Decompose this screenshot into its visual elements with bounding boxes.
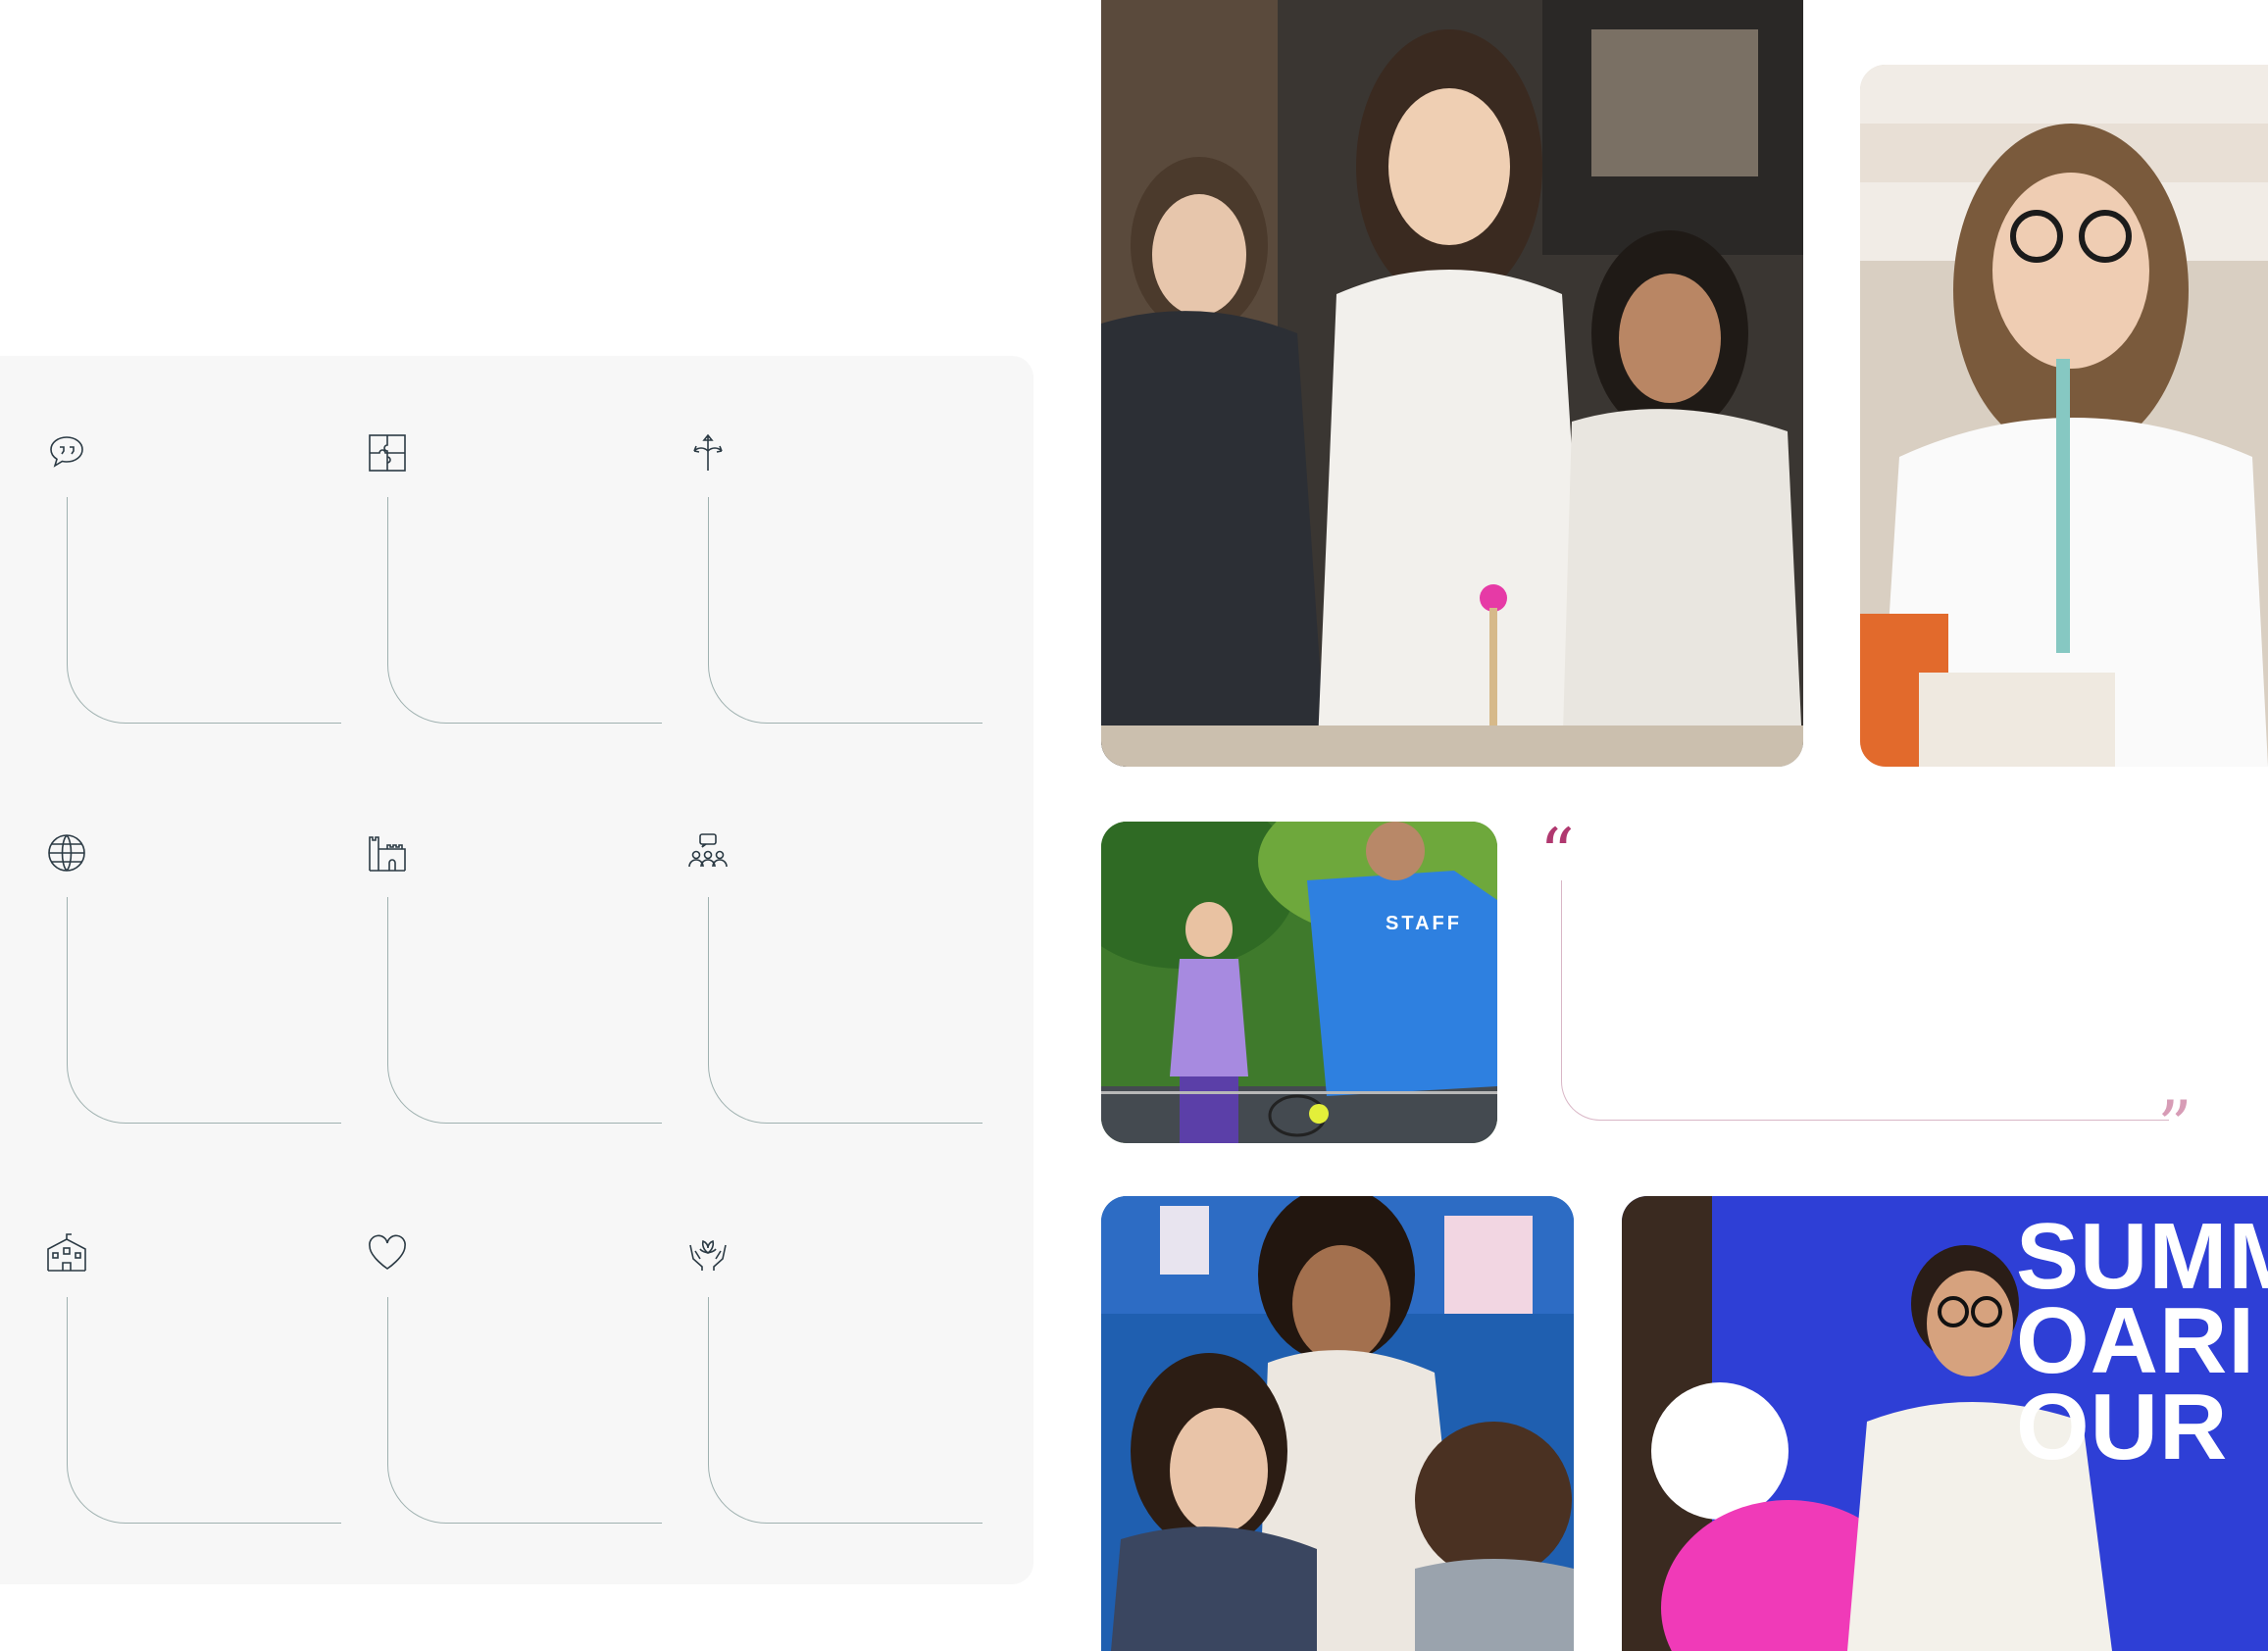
card-divider-line bbox=[67, 497, 341, 724]
feature-card bbox=[366, 431, 662, 784]
feature-card bbox=[686, 831, 983, 1184]
card-divider-line bbox=[387, 497, 662, 724]
testimonial-quote: “ ” bbox=[1539, 814, 2216, 1161]
photo-stage-speaker: SUMM OARI OUR bbox=[1622, 1196, 2268, 1651]
photo-badminton: STAFF bbox=[1101, 822, 1497, 1143]
feature-card bbox=[686, 431, 983, 784]
directions-arrows-icon bbox=[686, 431, 730, 475]
feature-card bbox=[366, 831, 662, 1184]
feature-card bbox=[45, 431, 341, 784]
card-divider-line bbox=[387, 1297, 662, 1524]
photo-classroom bbox=[1101, 1196, 1574, 1651]
quote-open-mark: “ bbox=[1539, 814, 1575, 894]
card-divider-line bbox=[67, 897, 341, 1124]
puzzle-icon bbox=[366, 431, 409, 475]
feature-card bbox=[45, 1231, 341, 1584]
card-divider-line bbox=[708, 897, 983, 1124]
quote-close-mark: ” bbox=[2157, 1086, 2192, 1167]
feature-card bbox=[45, 831, 341, 1184]
school-building-icon bbox=[45, 1231, 88, 1275]
features-panel bbox=[0, 356, 1033, 1584]
screen-text-line-3: OUR bbox=[2016, 1375, 2229, 1479]
feature-card bbox=[366, 1231, 662, 1584]
card-divider-line bbox=[708, 497, 983, 724]
castle-icon bbox=[366, 831, 409, 875]
caring-hands-icon bbox=[686, 1231, 730, 1275]
heart-icon bbox=[366, 1231, 409, 1275]
speech-bubbles-icon bbox=[45, 431, 88, 475]
quote-divider-line bbox=[1561, 880, 2169, 1121]
group-discussion-icon bbox=[686, 831, 730, 875]
staff-shirt-text: STAFF bbox=[1386, 913, 1462, 934]
photo-students-group bbox=[1101, 0, 1803, 767]
feature-card bbox=[686, 1231, 983, 1584]
card-divider-line bbox=[67, 1297, 341, 1524]
card-divider-line bbox=[708, 1297, 983, 1524]
photo-student-glasses bbox=[1860, 65, 2268, 767]
card-divider-line bbox=[387, 897, 662, 1124]
globe-icon bbox=[45, 831, 88, 875]
